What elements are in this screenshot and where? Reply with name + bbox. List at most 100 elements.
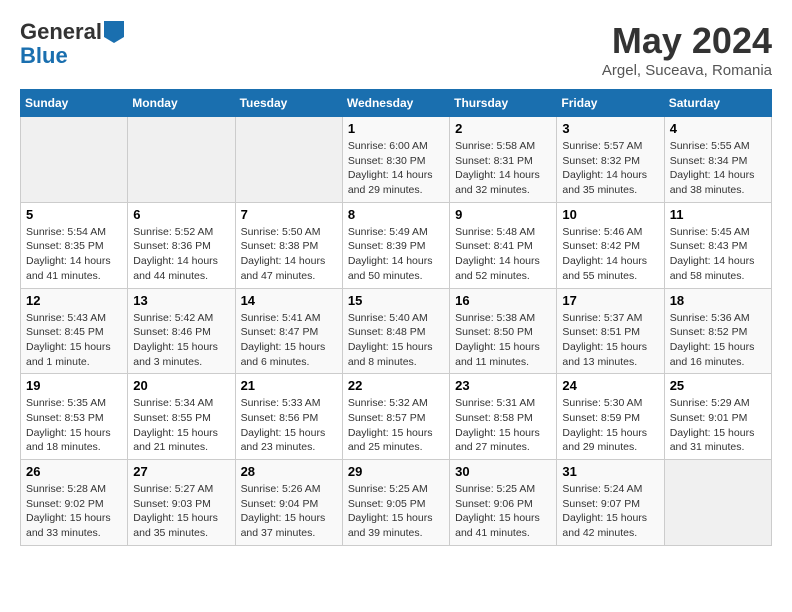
day-number: 3 xyxy=(562,121,658,136)
day-detail: Sunrise: 5:25 AMSunset: 9:06 PMDaylight:… xyxy=(455,482,551,541)
weekday-header-monday: Monday xyxy=(128,90,235,117)
calendar-cell: 9 Sunrise: 5:48 AMSunset: 8:41 PMDaylight… xyxy=(450,202,557,288)
day-detail: Sunrise: 5:41 AMSunset: 8:47 PMDaylight:… xyxy=(241,311,337,370)
day-number: 7 xyxy=(241,207,337,222)
day-detail: Sunrise: 5:25 AMSunset: 9:05 PMDaylight:… xyxy=(348,482,444,541)
weekday-header-sunday: Sunday xyxy=(21,90,128,117)
day-detail: Sunrise: 5:35 AMSunset: 8:53 PMDaylight:… xyxy=(26,396,122,455)
day-detail: Sunrise: 5:57 AMSunset: 8:32 PMDaylight:… xyxy=(562,139,658,198)
day-detail: Sunrise: 5:38 AMSunset: 8:50 PMDaylight:… xyxy=(455,311,551,370)
calendar-cell: 11 Sunrise: 5:45 AMSunset: 8:43 PMDayligh… xyxy=(664,202,771,288)
day-number: 18 xyxy=(670,293,766,308)
weekday-header-tuesday: Tuesday xyxy=(235,90,342,117)
day-number: 20 xyxy=(133,378,229,393)
day-number: 28 xyxy=(241,464,337,479)
day-number: 29 xyxy=(348,464,444,479)
calendar-cell xyxy=(128,117,235,203)
calendar-cell: 20 Sunrise: 5:34 AMSunset: 8:55 PMDayligh… xyxy=(128,374,235,460)
day-detail: Sunrise: 5:30 AMSunset: 8:59 PMDaylight:… xyxy=(562,396,658,455)
day-number: 11 xyxy=(670,207,766,222)
day-detail: Sunrise: 5:48 AMSunset: 8:41 PMDaylight:… xyxy=(455,225,551,284)
day-detail: Sunrise: 5:46 AMSunset: 8:42 PMDaylight:… xyxy=(562,225,658,284)
day-detail: Sunrise: 5:55 AMSunset: 8:34 PMDaylight:… xyxy=(670,139,766,198)
calendar-cell: 29 Sunrise: 5:25 AMSunset: 9:05 PMDayligh… xyxy=(342,460,449,546)
calendar-cell xyxy=(21,117,128,203)
day-number: 15 xyxy=(348,293,444,308)
day-detail: Sunrise: 5:43 AMSunset: 8:45 PMDaylight:… xyxy=(26,311,122,370)
day-number: 6 xyxy=(133,207,229,222)
day-detail: Sunrise: 5:52 AMSunset: 8:36 PMDaylight:… xyxy=(133,225,229,284)
day-number: 10 xyxy=(562,207,658,222)
logo-icon xyxy=(104,21,124,43)
weekday-header-thursday: Thursday xyxy=(450,90,557,117)
day-detail: Sunrise: 5:45 AMSunset: 8:43 PMDaylight:… xyxy=(670,225,766,284)
day-number: 9 xyxy=(455,207,551,222)
day-detail: Sunrise: 5:26 AMSunset: 9:04 PMDaylight:… xyxy=(241,482,337,541)
day-number: 16 xyxy=(455,293,551,308)
location-subtitle: Argel, Suceava, Romania xyxy=(602,62,772,79)
day-detail: Sunrise: 5:54 AMSunset: 8:35 PMDaylight:… xyxy=(26,225,122,284)
day-detail: Sunrise: 5:37 AMSunset: 8:51 PMDaylight:… xyxy=(562,311,658,370)
calendar-header: SundayMondayTuesdayWednesdayThursdayFrid… xyxy=(21,90,772,117)
day-detail: Sunrise: 5:24 AMSunset: 9:07 PMDaylight:… xyxy=(562,482,658,541)
day-detail: Sunrise: 6:00 AMSunset: 8:30 PMDaylight:… xyxy=(348,139,444,198)
calendar-cell: 31 Sunrise: 5:24 AMSunset: 9:07 PMDayligh… xyxy=(557,460,664,546)
weekday-row: SundayMondayTuesdayWednesdayThursdayFrid… xyxy=(21,90,772,117)
calendar-cell: 17Sunrise: 5:37 AMSunset: 8:51 PMDayligh… xyxy=(557,288,664,374)
day-number: 2 xyxy=(455,121,551,136)
day-number: 5 xyxy=(26,207,122,222)
calendar-cell: 5 Sunrise: 5:54 AMSunset: 8:35 PMDaylight… xyxy=(21,202,128,288)
calendar-week-4: 19Sunrise: 5:35 AMSunset: 8:53 PMDayligh… xyxy=(21,374,772,460)
calendar-cell: 21 Sunrise: 5:33 AMSunset: 8:56 PMDayligh… xyxy=(235,374,342,460)
day-number: 26 xyxy=(26,464,122,479)
day-detail: Sunrise: 5:36 AMSunset: 8:52 PMDaylight:… xyxy=(670,311,766,370)
title-block: May 2024 Argel, Suceava, Romania xyxy=(602,20,772,79)
weekday-header-wednesday: Wednesday xyxy=(342,90,449,117)
logo-blue: Blue xyxy=(20,43,68,68)
day-detail: Sunrise: 5:27 AMSunset: 9:03 PMDaylight:… xyxy=(133,482,229,541)
weekday-header-saturday: Saturday xyxy=(664,90,771,117)
calendar-cell: 3 Sunrise: 5:57 AMSunset: 8:32 PMDaylight… xyxy=(557,117,664,203)
day-number: 24 xyxy=(562,378,658,393)
day-detail: Sunrise: 5:58 AMSunset: 8:31 PMDaylight:… xyxy=(455,139,551,198)
calendar-week-3: 12Sunrise: 5:43 AMSunset: 8:45 PMDayligh… xyxy=(21,288,772,374)
day-number: 22 xyxy=(348,378,444,393)
calendar-cell xyxy=(235,117,342,203)
calendar-week-2: 5 Sunrise: 5:54 AMSunset: 8:35 PMDaylight… xyxy=(21,202,772,288)
day-number: 25 xyxy=(670,378,766,393)
calendar-cell: 15 Sunrise: 5:40 AMSunset: 8:48 PMDayligh… xyxy=(342,288,449,374)
calendar-cell: 27 Sunrise: 5:27 AMSunset: 9:03 PMDayligh… xyxy=(128,460,235,546)
day-number: 27 xyxy=(133,464,229,479)
calendar-week-5: 26 Sunrise: 5:28 AMSunset: 9:02 PMDayligh… xyxy=(21,460,772,546)
calendar-cell: 6 Sunrise: 5:52 AMSunset: 8:36 PMDaylight… xyxy=(128,202,235,288)
calendar-cell: 25 Sunrise: 5:29 AMSunset: 9:01 PMDayligh… xyxy=(664,374,771,460)
calendar-cell: 24 Sunrise: 5:30 AMSunset: 8:59 PMDayligh… xyxy=(557,374,664,460)
calendar-cell: 28 Sunrise: 5:26 AMSunset: 9:04 PMDayligh… xyxy=(235,460,342,546)
logo: General Blue xyxy=(20,20,124,68)
day-detail: Sunrise: 5:28 AMSunset: 9:02 PMDaylight:… xyxy=(26,482,122,541)
day-detail: Sunrise: 5:42 AMSunset: 8:46 PMDaylight:… xyxy=(133,311,229,370)
day-number: 31 xyxy=(562,464,658,479)
calendar-cell: 2 Sunrise: 5:58 AMSunset: 8:31 PMDaylight… xyxy=(450,117,557,203)
day-number: 30 xyxy=(455,464,551,479)
calendar-cell: 12Sunrise: 5:43 AMSunset: 8:45 PMDayligh… xyxy=(21,288,128,374)
day-detail: Sunrise: 5:40 AMSunset: 8:48 PMDaylight:… xyxy=(348,311,444,370)
calendar-body: 1 Sunrise: 6:00 AMSunset: 8:30 PMDaylight… xyxy=(21,117,772,546)
day-detail: Sunrise: 5:32 AMSunset: 8:57 PMDaylight:… xyxy=(348,396,444,455)
calendar-cell: 8Sunrise: 5:49 AMSunset: 8:39 PMDaylight… xyxy=(342,202,449,288)
day-detail: Sunrise: 5:50 AMSunset: 8:38 PMDaylight:… xyxy=(241,225,337,284)
calendar-cell: 18 Sunrise: 5:36 AMSunset: 8:52 PMDayligh… xyxy=(664,288,771,374)
calendar-cell: 10 Sunrise: 5:46 AMSunset: 8:42 PMDayligh… xyxy=(557,202,664,288)
calendar-cell xyxy=(664,460,771,546)
day-detail: Sunrise: 5:29 AMSunset: 9:01 PMDaylight:… xyxy=(670,396,766,455)
logo-general: General xyxy=(20,20,102,44)
calendar-cell: 22 Sunrise: 5:32 AMSunset: 8:57 PMDayligh… xyxy=(342,374,449,460)
calendar-cell: 7 Sunrise: 5:50 AMSunset: 8:38 PMDaylight… xyxy=(235,202,342,288)
day-number: 21 xyxy=(241,378,337,393)
day-detail: Sunrise: 5:33 AMSunset: 8:56 PMDaylight:… xyxy=(241,396,337,455)
day-detail: Sunrise: 5:34 AMSunset: 8:55 PMDaylight:… xyxy=(133,396,229,455)
day-number: 1 xyxy=(348,121,444,136)
day-number: 13 xyxy=(133,293,229,308)
day-number: 14 xyxy=(241,293,337,308)
day-number: 23 xyxy=(455,378,551,393)
